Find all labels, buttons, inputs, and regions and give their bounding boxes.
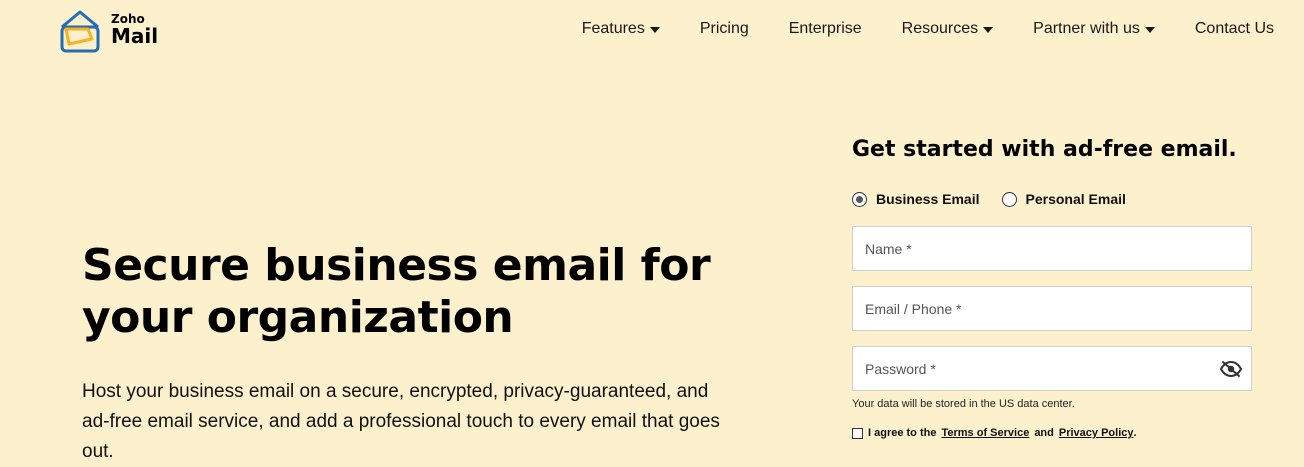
signup-form: Get started with ad-free email. Business… bbox=[852, 134, 1252, 439]
nav-partner[interactable]: Partner with us bbox=[1033, 20, 1155, 38]
nav-enterprise[interactable]: Enterprise bbox=[789, 20, 862, 38]
nav-partner-label: Partner with us bbox=[1033, 20, 1140, 37]
nav-pricing-label: Pricing bbox=[699, 20, 749, 37]
nav-features-label: Features bbox=[581, 20, 645, 37]
zoho-mail-envelope-logo-icon bbox=[60, 10, 100, 53]
nav-resources-label: Resources bbox=[901, 20, 979, 37]
business-email-label: Business Email bbox=[876, 191, 980, 207]
terms-of-service-link[interactable]: Terms of Service bbox=[941, 427, 1029, 439]
email-phone-input[interactable] bbox=[865, 300, 1239, 317]
signup-fields bbox=[852, 226, 1252, 391]
zoho-mail-logo[interactable]: Zoho Mail bbox=[59, 9, 158, 55]
caret-down-icon bbox=[1144, 27, 1155, 33]
nav-enterprise-label: Enterprise bbox=[788, 20, 862, 37]
main-nav: Features Pricing Enterprise Resources Pa… bbox=[582, 20, 1274, 38]
nav-resources[interactable]: Resources bbox=[901, 20, 994, 38]
privacy-policy-link[interactable]: Privacy Policy bbox=[1059, 427, 1134, 439]
personal-email-option[interactable]: Personal Email bbox=[1001, 191, 1126, 207]
signup-title: Get started with ad-free email. bbox=[852, 137, 1237, 162]
hero-title: Secure business email for your organizat… bbox=[82, 240, 711, 343]
agree-and: and bbox=[1034, 427, 1054, 439]
brand-mail-text: Mail bbox=[111, 24, 159, 48]
agree-suffix: . bbox=[1133, 427, 1137, 439]
email-phone-field[interactable] bbox=[852, 286, 1252, 331]
nav-contact-label: Contact Us bbox=[1194, 20, 1274, 37]
agree-checkbox[interactable] bbox=[852, 427, 863, 439]
personal-email-radio[interactable] bbox=[1001, 191, 1017, 207]
password-input[interactable] bbox=[865, 360, 1239, 377]
email-type-radio-group: Business Email Personal Email bbox=[852, 191, 1252, 207]
business-email-option[interactable]: Business Email bbox=[852, 191, 980, 207]
terms-agreement: I agree to the Terms of Service and Priv… bbox=[852, 427, 1252, 439]
nav-pricing[interactable]: Pricing bbox=[700, 20, 749, 38]
business-email-radio[interactable] bbox=[852, 191, 867, 207]
nav-contact[interactable]: Contact Us bbox=[1195, 20, 1274, 38]
caret-down-icon bbox=[649, 27, 660, 33]
agree-prefix: I agree to the bbox=[868, 427, 937, 439]
eye-off-icon[interactable] bbox=[1219, 360, 1243, 383]
name-input[interactable] bbox=[865, 240, 1239, 257]
personal-email-label: Personal Email bbox=[1025, 191, 1126, 207]
hero-description: Host your business email on a secure, en… bbox=[82, 381, 720, 462]
password-field[interactable] bbox=[852, 346, 1252, 391]
nav-features[interactable]: Features bbox=[582, 20, 660, 38]
caret-down-icon bbox=[983, 27, 994, 33]
data-center-note: Your data will be stored in the US data … bbox=[852, 398, 1075, 410]
name-field[interactable] bbox=[852, 226, 1252, 271]
